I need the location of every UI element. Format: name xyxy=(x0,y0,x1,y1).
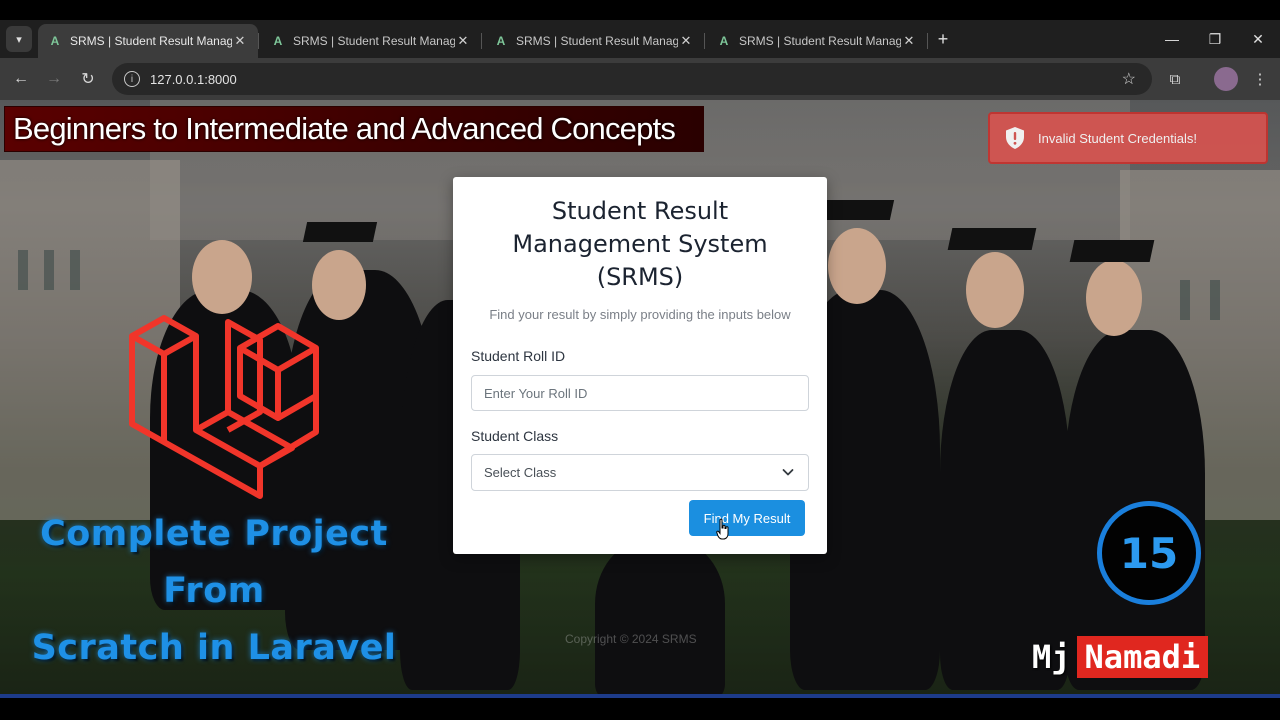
close-tab-icon[interactable]: ✕ xyxy=(455,33,471,49)
close-tab-icon[interactable]: ✕ xyxy=(232,33,248,49)
site-info-icon[interactable]: i xyxy=(124,71,140,87)
graduate-face xyxy=(966,252,1024,328)
class-select[interactable]: Select Class xyxy=(471,454,809,491)
tab-divider xyxy=(704,33,705,49)
promo-line-2: From xyxy=(163,571,265,611)
address-bar[interactable]: i 127.0.0.1:8000 ☆ xyxy=(112,63,1152,95)
taskbar xyxy=(0,694,1280,720)
promo-line-1: Complete Project xyxy=(40,514,388,554)
graduation-cap xyxy=(819,200,895,220)
tab-list-icon[interactable]: ▾ xyxy=(6,26,32,52)
copyright-text: Copyright © 2024 SRMS xyxy=(565,632,697,646)
graduate-face xyxy=(828,228,886,304)
class-select-value: Select Class xyxy=(484,465,557,480)
tab-title: SRMS | Student Result Management xyxy=(516,34,678,48)
extensions-icon[interactable]: ⧉ xyxy=(1162,66,1188,92)
restore-icon[interactable]: ❐ xyxy=(1195,26,1235,52)
roll-id-input[interactable]: Enter Your Roll ID xyxy=(471,375,809,411)
browser-tab-2[interactable]: A SRMS | Student Result Management ✕ xyxy=(261,24,481,58)
graduation-cap xyxy=(1069,240,1155,262)
find-result-button[interactable]: Find My Result xyxy=(689,500,805,536)
promo-line-3: Scratch in Laravel xyxy=(31,628,397,668)
browser-tab-1[interactable]: A SRMS | Student Result Management ✕ xyxy=(38,24,258,58)
laravel-logo xyxy=(129,315,319,499)
favicon-icon: A xyxy=(50,34,60,48)
title-line-2: Management System xyxy=(512,230,768,258)
tab-title: SRMS | Student Result Management xyxy=(293,34,455,48)
forward-icon[interactable]: → xyxy=(41,66,67,92)
roll-id-placeholder: Enter Your Roll ID xyxy=(484,385,588,401)
more-menu-icon[interactable]: ⋮ xyxy=(1247,66,1273,92)
graduation-cap xyxy=(947,228,1037,250)
brand-second: Namadi xyxy=(1076,636,1209,678)
course-banner: Beginners to Intermediate and Advanced C… xyxy=(4,106,704,152)
favicon-icon: A xyxy=(496,34,506,48)
class-label: Student Class xyxy=(471,428,559,444)
result-lookup-card: Student Result Management System (SRMS) … xyxy=(453,177,827,554)
graduate-face xyxy=(1086,260,1142,336)
back-icon[interactable]: ← xyxy=(8,66,34,92)
channel-brand: Mj Namadi xyxy=(1026,636,1209,678)
close-icon[interactable]: ✕ xyxy=(1238,26,1278,52)
tab-title: SRMS | Student Result Management xyxy=(70,34,232,48)
browser-tab-4[interactable]: A SRMS | Student Result Management ✕ xyxy=(707,24,927,58)
favicon-icon: A xyxy=(719,34,729,48)
episode-badge: 15 xyxy=(1097,501,1201,605)
minimize-icon[interactable]: — xyxy=(1152,26,1192,52)
title-line-3: (SRMS) xyxy=(596,263,684,291)
graduate-figure xyxy=(595,540,725,694)
roll-id-label: Student Roll ID xyxy=(471,348,566,364)
shield-warning-icon xyxy=(1006,127,1024,149)
browser-toolbar: ← → ↻ i 127.0.0.1:8000 ☆ ⧉ ⋮ xyxy=(0,58,1280,100)
close-tab-icon[interactable]: ✕ xyxy=(901,33,917,49)
banner-text: Beginners to Intermediate and Advanced C… xyxy=(13,111,676,146)
close-tab-icon[interactable]: ✕ xyxy=(678,33,694,49)
hand-cursor-icon xyxy=(716,518,729,540)
browser-tab-3[interactable]: A SRMS | Student Result Management ✕ xyxy=(484,24,704,58)
tab-divider xyxy=(258,33,259,49)
title-line-1: Student Result xyxy=(551,197,729,225)
graduation-cap xyxy=(302,222,378,242)
toast-message: Invalid Student Credentials! xyxy=(1038,130,1197,146)
progress-strip xyxy=(0,694,1280,698)
brand-first: Mj xyxy=(1032,638,1071,676)
screen-top-border xyxy=(0,0,1280,20)
page-title: Student Result Management System (SRMS) xyxy=(471,195,809,294)
building-window xyxy=(18,250,28,290)
building-window xyxy=(1180,280,1190,320)
error-toast: Invalid Student Credentials! xyxy=(988,112,1268,164)
tab-strip: ▾ A SRMS | Student Result Management ✕ A… xyxy=(0,20,1280,58)
building-window xyxy=(1210,280,1220,320)
tab-divider xyxy=(927,33,928,49)
form-subtitle: Find your result by simply providing the… xyxy=(489,307,791,322)
bookmark-star-icon[interactable]: ☆ xyxy=(1122,69,1136,89)
profile-avatar[interactable] xyxy=(1214,67,1238,91)
building-window xyxy=(70,250,80,290)
reload-icon[interactable]: ↻ xyxy=(75,66,101,92)
building-window xyxy=(44,250,54,290)
tab-title: SRMS | Student Result Management xyxy=(739,34,901,48)
new-tab-icon[interactable]: + xyxy=(932,28,954,50)
favicon-icon: A xyxy=(273,34,283,48)
url-text: 127.0.0.1:8000 xyxy=(150,71,237,87)
tab-divider xyxy=(481,33,482,49)
chevron-down-icon xyxy=(782,469,794,476)
